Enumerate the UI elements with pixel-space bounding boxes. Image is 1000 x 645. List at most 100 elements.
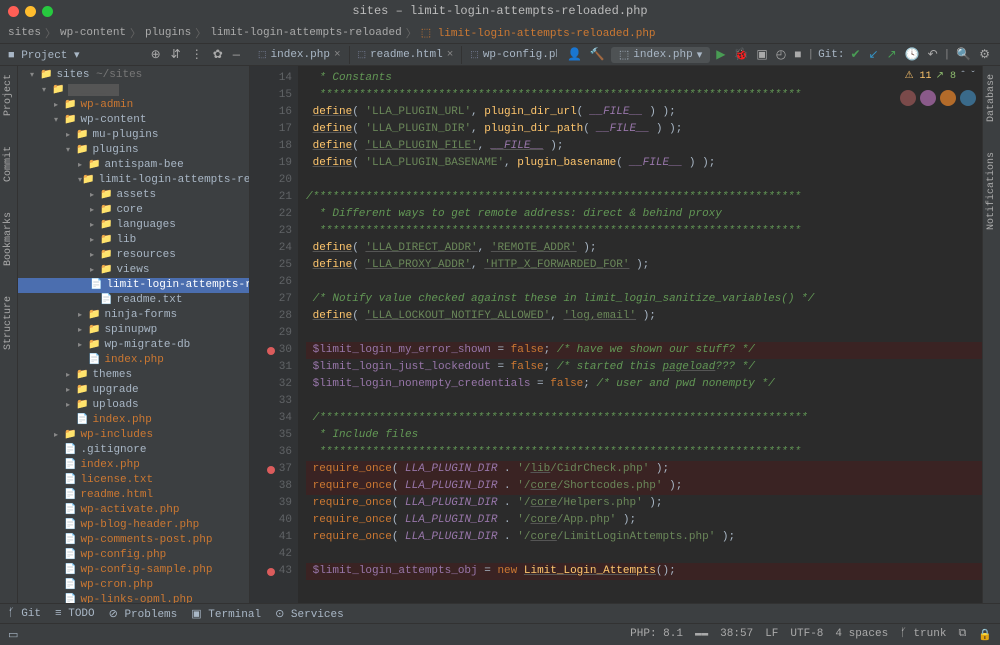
code-line[interactable] (306, 325, 982, 342)
code-line[interactable]: define( 'LLA_PLUGIN_URL', plugin_dir_url… (306, 104, 982, 121)
git-commit-icon[interactable]: ✔ (848, 47, 862, 62)
tree-folder[interactable]: ▾📁____ (18, 83, 249, 98)
gutter-line[interactable]: 35 (250, 427, 292, 444)
breadcrumb-segment[interactable]: wp-content (60, 27, 126, 39)
tree-folder[interactable]: ▸📁wp-migrate-db (18, 338, 249, 353)
tree-file[interactable]: 📄.gitignore (18, 443, 249, 458)
status-git-branch[interactable]: ᚶ trunk (900, 628, 946, 642)
chevron-icon[interactable]: ▸ (90, 248, 100, 263)
tree-file[interactable]: 📄wp-comments-post.php (18, 533, 249, 548)
code-line[interactable]: define( 'LLA_PROXY_ADDR', 'HTTP_X_FORWAR… (306, 257, 982, 274)
close-icon[interactable]: × (334, 49, 341, 61)
tree-folder[interactable]: ▾📁limit-login-attempts-reloaded (18, 173, 249, 188)
tool-window-button[interactable]: Structure (3, 296, 14, 350)
editor-tab[interactable]: ⬚index.php× (250, 46, 350, 64)
code-line[interactable]: /***************************************… (306, 410, 982, 427)
code-line[interactable]: define( 'LLA_DIRECT_ADDR', 'REMOTE_ADDR'… (306, 240, 982, 257)
tree-folder[interactable]: ▸📁resources (18, 248, 249, 263)
code-line[interactable]: /***************************************… (306, 189, 982, 206)
window-zoom-button[interactable] (42, 6, 53, 17)
code-line[interactable]: require_once( LLA_PLUGIN_DIR . '/core/Sh… (306, 478, 982, 495)
gutter-line[interactable]: 34 (250, 410, 292, 427)
git-pull-icon[interactable]: ↙ (867, 47, 881, 62)
gutter-line[interactable]: 17 (250, 121, 292, 138)
code-line[interactable]: define( 'LLA_PLUGIN_FILE', __FILE__ ); (306, 138, 982, 155)
tree-folder[interactable]: ▾📁plugins (18, 143, 249, 158)
code-line[interactable]: * Constants (306, 70, 982, 87)
tool-window-button[interactable]: Bookmarks (3, 212, 14, 266)
gutter-line[interactable]: 33 (250, 393, 292, 410)
tree-file[interactable]: 📄wp-blog-header.php (18, 518, 249, 533)
gutter-line[interactable]: 39 (250, 495, 292, 512)
code-line[interactable]: $limit_login_just_lockedout = false; /* … (306, 359, 982, 376)
avatar[interactable] (900, 90, 916, 106)
breadcrumb[interactable]: sites〉wp-content〉plugins〉limit-login-att… (8, 25, 656, 41)
profile-button[interactable]: ◴ (774, 47, 788, 62)
tree-folder[interactable]: ▸📁upgrade (18, 383, 249, 398)
breadcrumb-file[interactable]: ⬚ limit-login-attempts-reloaded.php (421, 26, 656, 40)
tree-folder[interactable]: ▸📁assets (18, 188, 249, 203)
tree-file[interactable]: 📄limit-login-attempts-reloaded.php (18, 278, 249, 293)
bottom-tool-button[interactable]: ⊘ Problems (109, 607, 178, 621)
breadcrumb-segment[interactable]: sites (8, 27, 41, 39)
ide-settings-icon[interactable]: ⚙ (977, 47, 992, 62)
breakpoint-icon[interactable] (267, 347, 275, 355)
tree-folder[interactable]: ▾📁sites ~/sites (18, 68, 249, 83)
tree-file[interactable]: 📄index.php (18, 458, 249, 473)
search-everywhere-icon[interactable]: 🔍 (954, 47, 973, 62)
chevron-icon[interactable]: ▾ (66, 143, 76, 158)
gutter-line[interactable]: 43 (250, 563, 292, 580)
gutter-line[interactable]: 21 (250, 189, 292, 206)
debug-button[interactable]: 🐞 (731, 47, 750, 62)
chevron-icon[interactable]: ▸ (66, 128, 76, 143)
tree-file[interactable]: 📄readme.txt (18, 293, 249, 308)
tree-file[interactable]: 📄index.php (18, 353, 249, 368)
tree-file[interactable]: 📄wp-config.php (18, 548, 249, 563)
code-line[interactable] (306, 274, 982, 291)
gutter-line[interactable]: 23 (250, 223, 292, 240)
tree-file[interactable]: 📄wp-links-opml.php (18, 593, 249, 603)
editor[interactable]: 1415161718192021222324252627282930313233… (250, 66, 982, 603)
tool-window-button[interactable]: Notifications (986, 152, 997, 230)
breakpoint-icon[interactable] (267, 568, 275, 576)
chevron-icon[interactable]: ▸ (54, 98, 64, 113)
chevron-icon[interactable]: ▸ (54, 428, 64, 443)
chevron-icon[interactable]: ▸ (90, 188, 100, 203)
tool-window-button[interactable]: Database (986, 74, 997, 122)
gutter-line[interactable]: 27 (250, 291, 292, 308)
tree-folder[interactable]: ▸📁ninja-forms (18, 308, 249, 323)
tree-folder[interactable]: ▸📁wp-admin (18, 98, 249, 113)
tree-folder[interactable]: ▸📁core (18, 203, 249, 218)
gutter-line[interactable]: 14 (250, 70, 292, 87)
chevron-icon[interactable]: ▾ (30, 68, 40, 83)
chevron-up-icon[interactable]: ˆ (960, 71, 966, 82)
code-line[interactable]: define( 'LLA_PLUGIN_DIR', plugin_dir_pat… (306, 121, 982, 138)
editor-tab[interactable]: ⬚readme.html× (350, 46, 463, 64)
stop-button[interactable]: ■ (792, 48, 803, 62)
gutter-line[interactable]: 25 (250, 257, 292, 274)
gutter-line[interactable]: 41 (250, 529, 292, 546)
settings-icon[interactable]: ✿ (211, 47, 225, 62)
code-line[interactable]: $limit_login_nonempty_credentials = fals… (306, 376, 982, 393)
status-caret-pos[interactable]: 38:57 (720, 628, 753, 642)
tree-file[interactable]: 📄readme.html (18, 488, 249, 503)
status-indicator[interactable]: ▭ (8, 628, 18, 642)
chevron-icon[interactable]: ▸ (78, 308, 88, 323)
breadcrumb-segment[interactable]: plugins (145, 27, 191, 39)
tree-folder[interactable]: ▸📁lib (18, 233, 249, 248)
gutter-line[interactable]: 30 (250, 342, 292, 359)
avatar[interactable] (960, 90, 976, 106)
build-icon[interactable]: 🔨 (588, 47, 607, 62)
code-line[interactable] (306, 393, 982, 410)
code-area[interactable]: * Constants ****************************… (298, 66, 982, 603)
status-indent[interactable]: 4 spaces (835, 628, 888, 642)
status-memory-icon[interactable]: ▬▬ (695, 628, 708, 642)
select-open-file-icon[interactable]: ⊕ (149, 47, 163, 62)
gutter-line[interactable]: 37 (250, 461, 292, 478)
tree-folder[interactable]: ▸📁antispam-bee (18, 158, 249, 173)
chevron-icon[interactable]: ▸ (78, 323, 88, 338)
bottom-tool-button[interactable]: ⊙ Services (275, 607, 344, 621)
breadcrumb-segment[interactable]: limit-login-attempts-reloaded (210, 27, 401, 39)
gutter-line[interactable]: 22 (250, 206, 292, 223)
gutter-line[interactable]: 20 (250, 172, 292, 189)
